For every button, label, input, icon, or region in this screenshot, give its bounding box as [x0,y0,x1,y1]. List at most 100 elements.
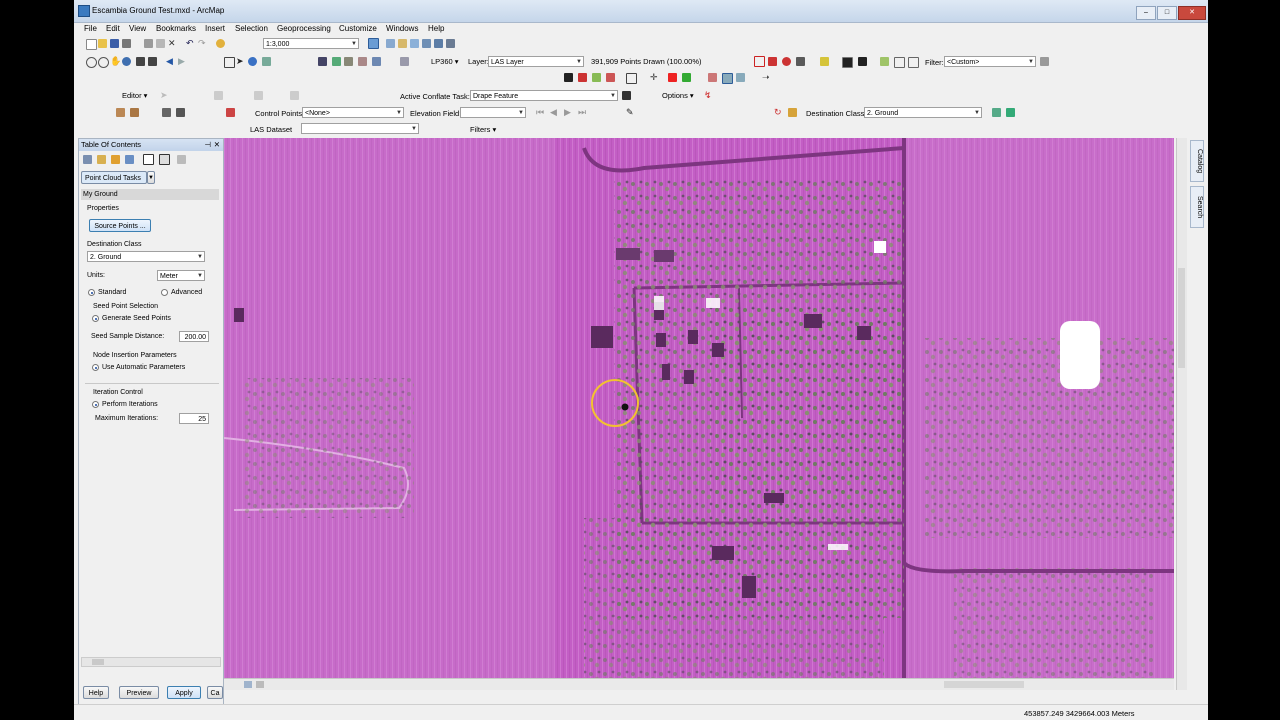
cancel-button[interactable]: Ca [207,686,223,699]
options-menu[interactable]: Options ▾ [662,91,694,100]
grid-alt-icon[interactable] [908,57,919,68]
zoom-in-icon[interactable] [86,57,97,68]
point-cloud-tasks-tab-icon[interactable] [143,154,154,165]
open-folder-icon[interactable] [98,39,107,48]
task-tab-icon[interactable] [159,154,170,165]
curve-tool-icon[interactable]: ↯ [704,91,713,100]
area-clip-icon[interactable] [176,108,185,117]
save-icon[interactable] [110,39,119,48]
undo-icon[interactable]: ↶ [186,39,195,48]
stop-icon[interactable] [782,57,791,66]
menu-geoprocessing[interactable]: Geoprocessing [277,24,331,33]
frame-select-icon[interactable] [626,73,637,84]
generate-seed-radio[interactable] [92,315,99,322]
arrow-right-icon[interactable]: ➝ [762,73,771,82]
scale-combo[interactable]: 1:3,000 ▼ [263,38,359,49]
find-route-icon[interactable] [332,57,341,66]
print-icon[interactable] [122,39,131,48]
las-dataset-combo[interactable]: ▼ [301,123,419,134]
edit-vertices-icon[interactable] [290,91,299,100]
destination-class-combo[interactable]: 2. Ground ▼ [864,107,982,118]
time-slider-icon[interactable] [372,57,381,66]
display-window-icon[interactable] [842,57,853,68]
toc-hscrollbar[interactable] [81,657,221,667]
grid-icon[interactable] [894,57,905,68]
create-viewer-icon[interactable] [400,57,409,66]
max-iterations-input[interactable]: 25 [179,413,209,424]
binoculars-icon[interactable] [318,57,327,66]
measure-icon[interactable] [344,57,353,66]
last-point-icon[interactable]: ⏭ [578,108,587,117]
identify-icon[interactable] [248,57,257,66]
toc-close-icon[interactable]: ✕ [214,139,220,151]
paste-icon[interactable] [156,39,165,48]
run-conflate-icon[interactable] [622,91,631,100]
list-by-source-icon[interactable] [97,155,106,164]
delete-icon[interactable]: ✕ [168,39,177,48]
preview-button[interactable]: Preview [119,686,159,699]
source-points-button[interactable]: Source Points ... [89,219,151,232]
toc-window-icon[interactable] [386,39,395,48]
search-tab[interactable]: Search [1190,186,1204,228]
menu-help[interactable]: Help [428,24,444,33]
arctoolbox-icon[interactable] [422,39,431,48]
toc-scroll-thumb[interactable] [92,659,104,665]
menu-file[interactable]: File [84,24,97,33]
select-features-icon[interactable] [224,57,235,68]
map-vscroll-thumb[interactable] [1178,268,1185,368]
search-window-icon[interactable] [410,39,419,48]
filters-menu[interactable]: Filters ▾ [470,125,496,134]
cube-icon[interactable] [796,57,805,66]
reshape-tool-icon[interactable] [254,91,263,100]
pencil-icon[interactable]: ✎ [626,108,635,117]
sketch-tool-icon[interactable] [214,91,223,100]
list-by-visibility-icon[interactable] [111,155,120,164]
menu-selection[interactable]: Selection [235,24,268,33]
pattern-tool-2-icon[interactable] [130,108,139,117]
lp360-menu[interactable]: LP360 ▾ [431,57,459,66]
red-stop-icon[interactable] [668,73,677,82]
full-extent-icon[interactable] [122,57,131,66]
point-cloud-tasks-button[interactable]: Point Cloud Tasks [81,171,147,184]
hyperlink-icon[interactable] [262,57,271,66]
back-extent-icon[interactable]: ◀ [166,57,175,66]
perform-iterations-radio[interactable] [92,401,99,408]
classify-ok-icon[interactable] [1006,108,1015,117]
link-icon[interactable] [722,73,733,84]
apply-button[interactable]: Apply [167,686,201,699]
fixed-zoom-out-icon[interactable] [148,57,157,66]
layer-combo[interactable]: LAS Layer ▼ [488,56,584,67]
green-go-icon[interactable] [682,73,691,82]
warning-triangle-icon[interactable] [754,56,765,67]
control-points-combo[interactable]: <None> ▼ [302,107,404,118]
list-by-drawing-order-icon[interactable] [83,155,92,164]
classify-brush-icon[interactable] [592,73,601,82]
menu-windows[interactable]: Windows [386,24,418,33]
task-name-row[interactable]: My Ground [81,189,219,200]
modelbuilder-icon[interactable] [446,39,455,48]
redo-icon[interactable]: ↷ [198,39,207,48]
catalog-tab[interactable]: Catalog [1190,140,1204,182]
pin-icon[interactable]: ⊣ [204,139,211,151]
python-window-icon[interactable] [434,39,443,48]
copy-icon[interactable] [144,39,153,48]
minimize-icon[interactable]: – [1136,6,1156,20]
map-vscrollbar[interactable] [1176,138,1187,690]
map-hscrollbar[interactable] [224,678,1174,690]
use-auto-radio[interactable] [92,364,99,371]
prev-point-icon[interactable]: ◀ [550,108,559,117]
menu-bookmarks[interactable]: Bookmarks [156,24,196,33]
seed-distance-input[interactable]: 200.00 [179,331,209,342]
catalog-window-icon[interactable] [398,39,407,48]
refresh-red-icon[interactable]: ↻ [774,108,783,117]
zoom-out-icon[interactable] [98,57,109,68]
map-view[interactable] [224,138,1174,690]
pattern-tool-icon[interactable] [116,108,125,117]
pan-icon[interactable]: ✋ [110,57,121,66]
help-button[interactable]: Help [83,686,109,699]
tasks-dropdown-arrow[interactable]: ▼ [147,171,155,184]
data-view-icon[interactable] [244,681,252,688]
point-cloud-map[interactable] [224,138,1174,690]
profile-red-icon[interactable] [768,57,777,66]
add-data-icon[interactable] [216,39,225,48]
